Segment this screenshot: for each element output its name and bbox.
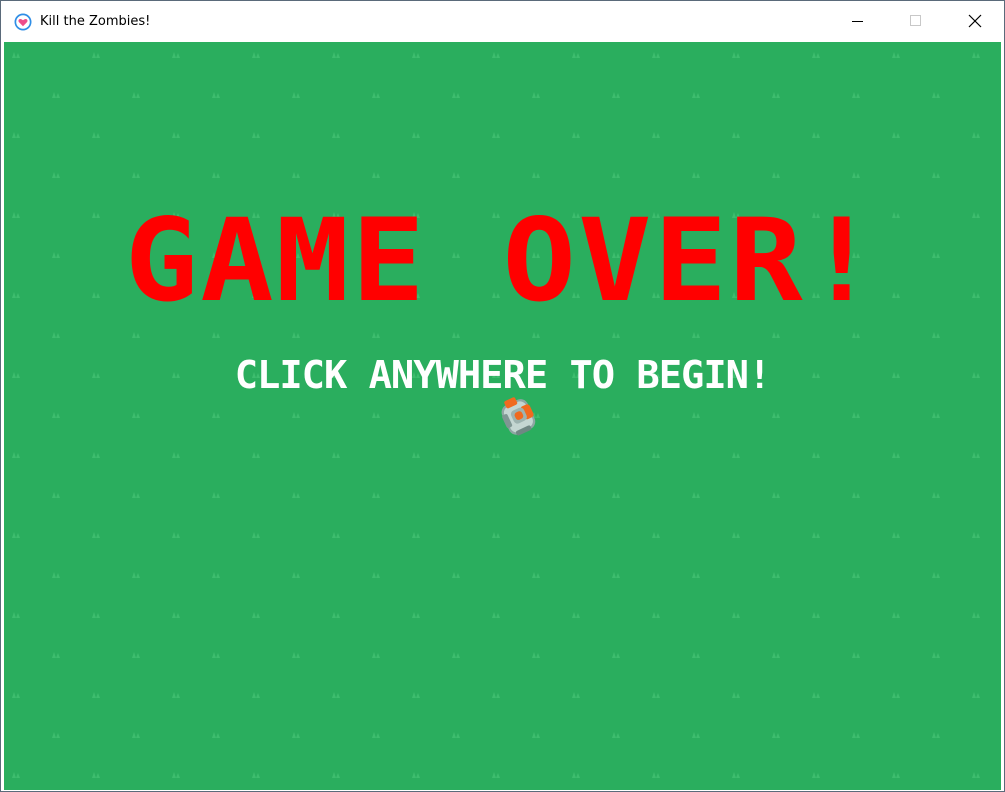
window-title: Kill the Zombies! xyxy=(40,14,151,29)
maximize-button[interactable] xyxy=(887,1,945,41)
heart-app-icon xyxy=(14,13,32,31)
title-bar[interactable]: Kill the Zombies! xyxy=(1,1,1004,41)
minimize-icon xyxy=(852,21,863,22)
close-button[interactable] xyxy=(946,1,1004,41)
game-canvas[interactable]: GAME OVER! CLICK ANYWHERE TO BEGIN! xyxy=(4,42,1001,790)
maximize-icon xyxy=(910,15,921,26)
game-over-headline: GAME OVER! xyxy=(124,194,881,327)
game-window: Kill the Zombies! GAME OVER! CLICK ANYWH… xyxy=(0,0,1005,792)
minimize-button[interactable] xyxy=(829,1,887,41)
close-icon xyxy=(968,14,982,28)
player-robot-sprite xyxy=(501,397,536,436)
